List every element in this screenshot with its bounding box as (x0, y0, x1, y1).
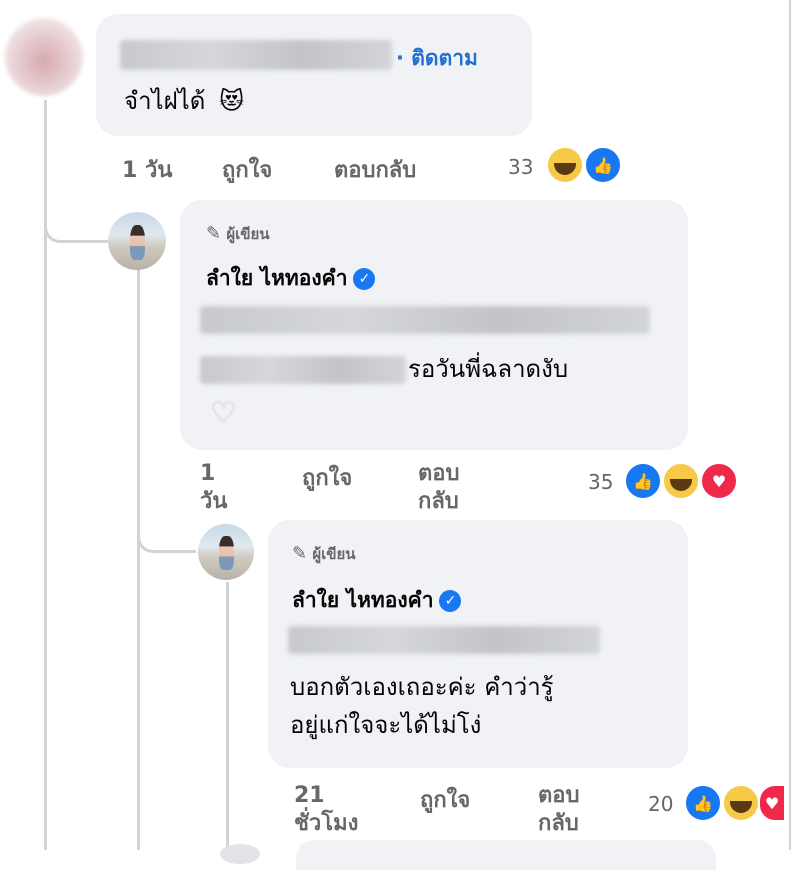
pencil-icon: ✎ (292, 543, 308, 564)
reply-button-line1: ตอบ (418, 461, 460, 486)
heart-outline-icon[interactable]: ♡ (210, 396, 237, 431)
love-reaction-icon: ♥ (700, 462, 738, 500)
comment-time-line2: ชั่วโมง (294, 811, 359, 836)
love-reaction-icon: ♥ (758, 784, 786, 822)
thread-connector-1 (44, 200, 109, 243)
haha-reaction-icon (546, 146, 584, 184)
comment-bubble: ✎ ผู้เขียน ลำใย ไหทองคำ ✓ บอกตัวเองเถอะค่… (268, 520, 688, 768)
like-button[interactable]: ถูกใจ (420, 782, 470, 817)
follow-button[interactable]: · ติดตาม (396, 42, 478, 75)
reaction-count[interactable]: 33 (508, 155, 533, 179)
comment-text-content: จำไฝได้ (124, 87, 206, 115)
redacted-text (200, 306, 650, 334)
haha-reaction-icon (722, 784, 760, 822)
reaction-count[interactable]: 20 (648, 792, 673, 816)
reply-button-line2: กลับ (418, 489, 459, 514)
reaction-count[interactable]: 35 (588, 470, 613, 494)
author-tag-label: ผู้เขียน (312, 545, 356, 563)
commenter-name-label: ลำใย ไหทองคำ (292, 588, 434, 612)
comment-text: รอวันพี่ฉลาดงับ (408, 355, 569, 383)
comment-text: บอกตัวเองเถอะค่ะ คำว่ารู้ อยู่แก่ใจจะได้… (290, 668, 554, 744)
commenter-name-label: ลำใย ไหทองคำ (206, 266, 348, 290)
next-comment-bubble (296, 840, 716, 870)
comment-time[interactable]: 1 วัน (122, 152, 172, 187)
comment-text-line1: บอกตัวเองเถอะค่ะ คำว่ารู้ (290, 673, 554, 701)
heart-eyes-cat-emoji-icon: 😻 (218, 87, 244, 115)
thread-connector-2 (137, 510, 196, 553)
comment-time[interactable]: 21 ชั่วโมง (294, 782, 358, 838)
commenter-name[interactable]: ลำใย ไหทองคำ ✓ (206, 262, 376, 295)
reply-button[interactable]: ตอบ กลับ (538, 782, 579, 838)
author-tag: ✎ ผู้เขียน (206, 222, 270, 246)
comment-text: จำไฝได้ 😻 (124, 82, 244, 120)
comment-time-line1: 21 (294, 783, 325, 808)
comment-time[interactable]: 1 วัน (200, 460, 227, 516)
reply-button-line2: กลับ (538, 811, 579, 836)
comment-time-line2: วัน (200, 489, 228, 514)
thread-line-reply-2 (226, 582, 229, 850)
commenter-name[interactable]: ลำใย ไหทองคำ ✓ (292, 584, 462, 617)
pencil-icon: ✎ (206, 223, 222, 244)
verified-badge-icon: ✓ (353, 268, 376, 290)
avatar[interactable] (108, 212, 166, 270)
verified-badge-icon: ✓ (439, 590, 462, 612)
author-tag: ✎ ผู้เขียน (292, 542, 356, 566)
comment-text-line2: อยู่แก่ใจจะได้ไม่โง่ (290, 711, 482, 739)
haha-reaction-icon (662, 462, 700, 500)
reply-button-line1: ตอบ (538, 783, 580, 808)
comment-bubble: ✎ ผู้เขียน ลำใย ไหทองคำ ✓ รอวันพี่ฉลาดงับ… (180, 200, 688, 450)
commenter-name-redacted[interactable] (120, 40, 392, 70)
comment-bubble: · ติดตาม จำไฝได้ 😻 (96, 14, 532, 136)
thread-line-reply-1 (137, 270, 140, 850)
author-tag-label: ผู้เขียน (226, 225, 270, 243)
redacted-text (200, 356, 406, 384)
redacted-text (288, 626, 600, 654)
like-button[interactable]: ถูกใจ (302, 460, 352, 495)
reply-button[interactable]: ตอบกลับ (334, 152, 416, 187)
like-reaction-icon: 👍 (624, 462, 662, 500)
reply-button[interactable]: ตอบ กลับ (418, 460, 459, 516)
like-reaction-icon: 👍 (584, 146, 622, 184)
like-button[interactable]: ถูกใจ (222, 152, 272, 187)
avatar[interactable] (220, 844, 260, 864)
avatar[interactable] (198, 524, 254, 580)
avatar[interactable] (5, 18, 83, 96)
like-reaction-icon: 👍 (684, 784, 722, 822)
window-border (789, 0, 791, 850)
comment-time-line1: 1 (200, 461, 216, 486)
